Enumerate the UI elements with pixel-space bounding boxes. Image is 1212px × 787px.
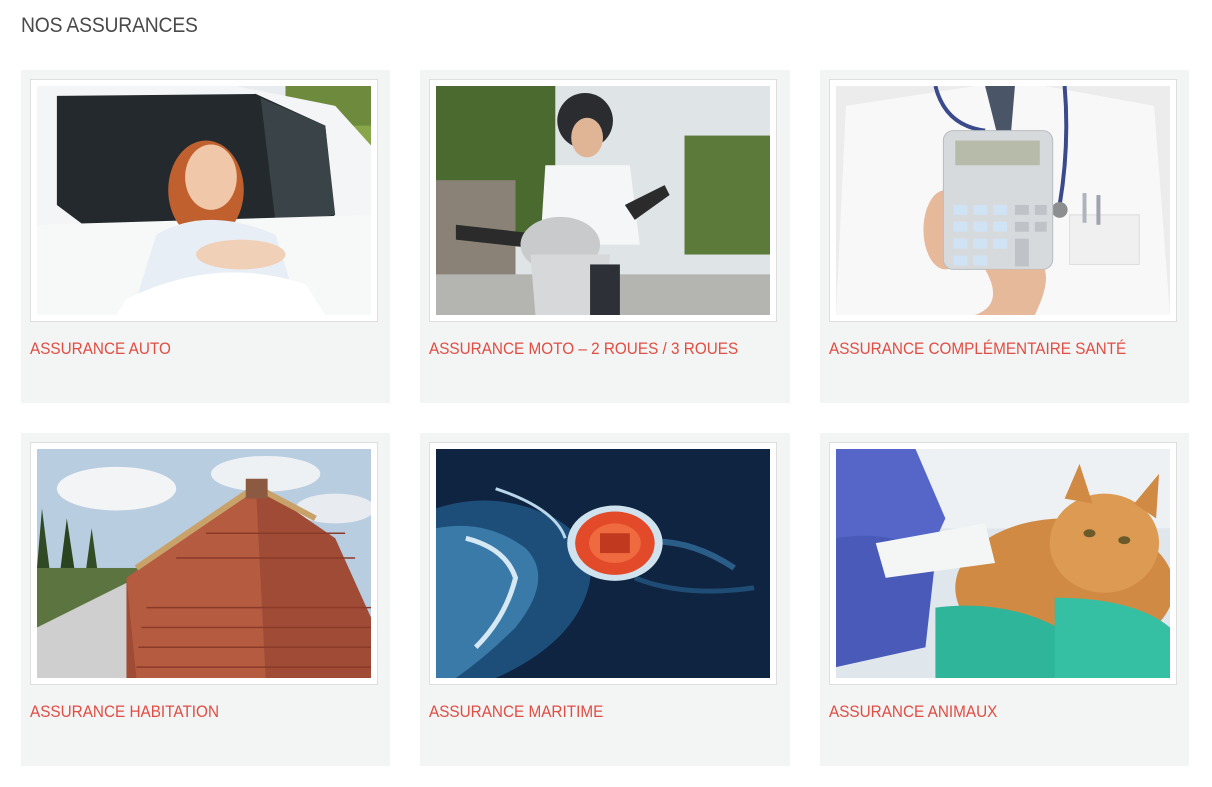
insurance-grid: ASSURANCE AUTO ASSURANCE MOTO – 2 ROUES … [21,70,1191,766]
thumb-frame [30,442,378,685]
tiled-roof-image[interactable] [37,449,371,678]
card-assurance-animaux[interactable]: ASSURANCE ANIMAUX [820,433,1189,766]
page-title: NOS ASSURANCES [21,14,198,37]
woman-on-scooter-image[interactable] [436,86,770,315]
card-assurance-maritime[interactable]: ASSURANCE MARITIME [420,433,790,766]
card-title-link[interactable]: ASSURANCE ANIMAUX [829,702,997,722]
thumb-frame [829,79,1177,322]
card-title-link[interactable]: ASSURANCE MARITIME [429,702,603,722]
card-title-link[interactable]: ASSURANCE HABITATION [30,702,219,722]
card-title-link[interactable]: ASSURANCE AUTO [30,339,171,359]
thumb-frame [30,79,378,322]
thumb-frame [429,442,777,685]
card-assurance-auto[interactable]: ASSURANCE AUTO [21,70,390,403]
thumb-frame [829,442,1177,685]
bandaged-cat-image[interactable] [836,449,1170,678]
doctor-holding-calculator-image[interactable] [836,86,1170,315]
card-title-link[interactable]: ASSURANCE COMPLÉMENTAIRE SANTÉ [829,339,1126,359]
woman-in-white-car-image[interactable] [37,86,371,315]
thumb-frame [429,79,777,322]
card-assurance-habitation[interactable]: ASSURANCE HABITATION [21,433,390,766]
life-raft-in-ocean-image[interactable] [436,449,770,678]
card-assurance-sante[interactable]: ASSURANCE COMPLÉMENTAIRE SANTÉ [820,70,1189,403]
card-assurance-moto[interactable]: ASSURANCE MOTO – 2 ROUES / 3 ROUES [420,70,790,403]
card-title-link[interactable]: ASSURANCE MOTO – 2 ROUES / 3 ROUES [429,339,738,359]
